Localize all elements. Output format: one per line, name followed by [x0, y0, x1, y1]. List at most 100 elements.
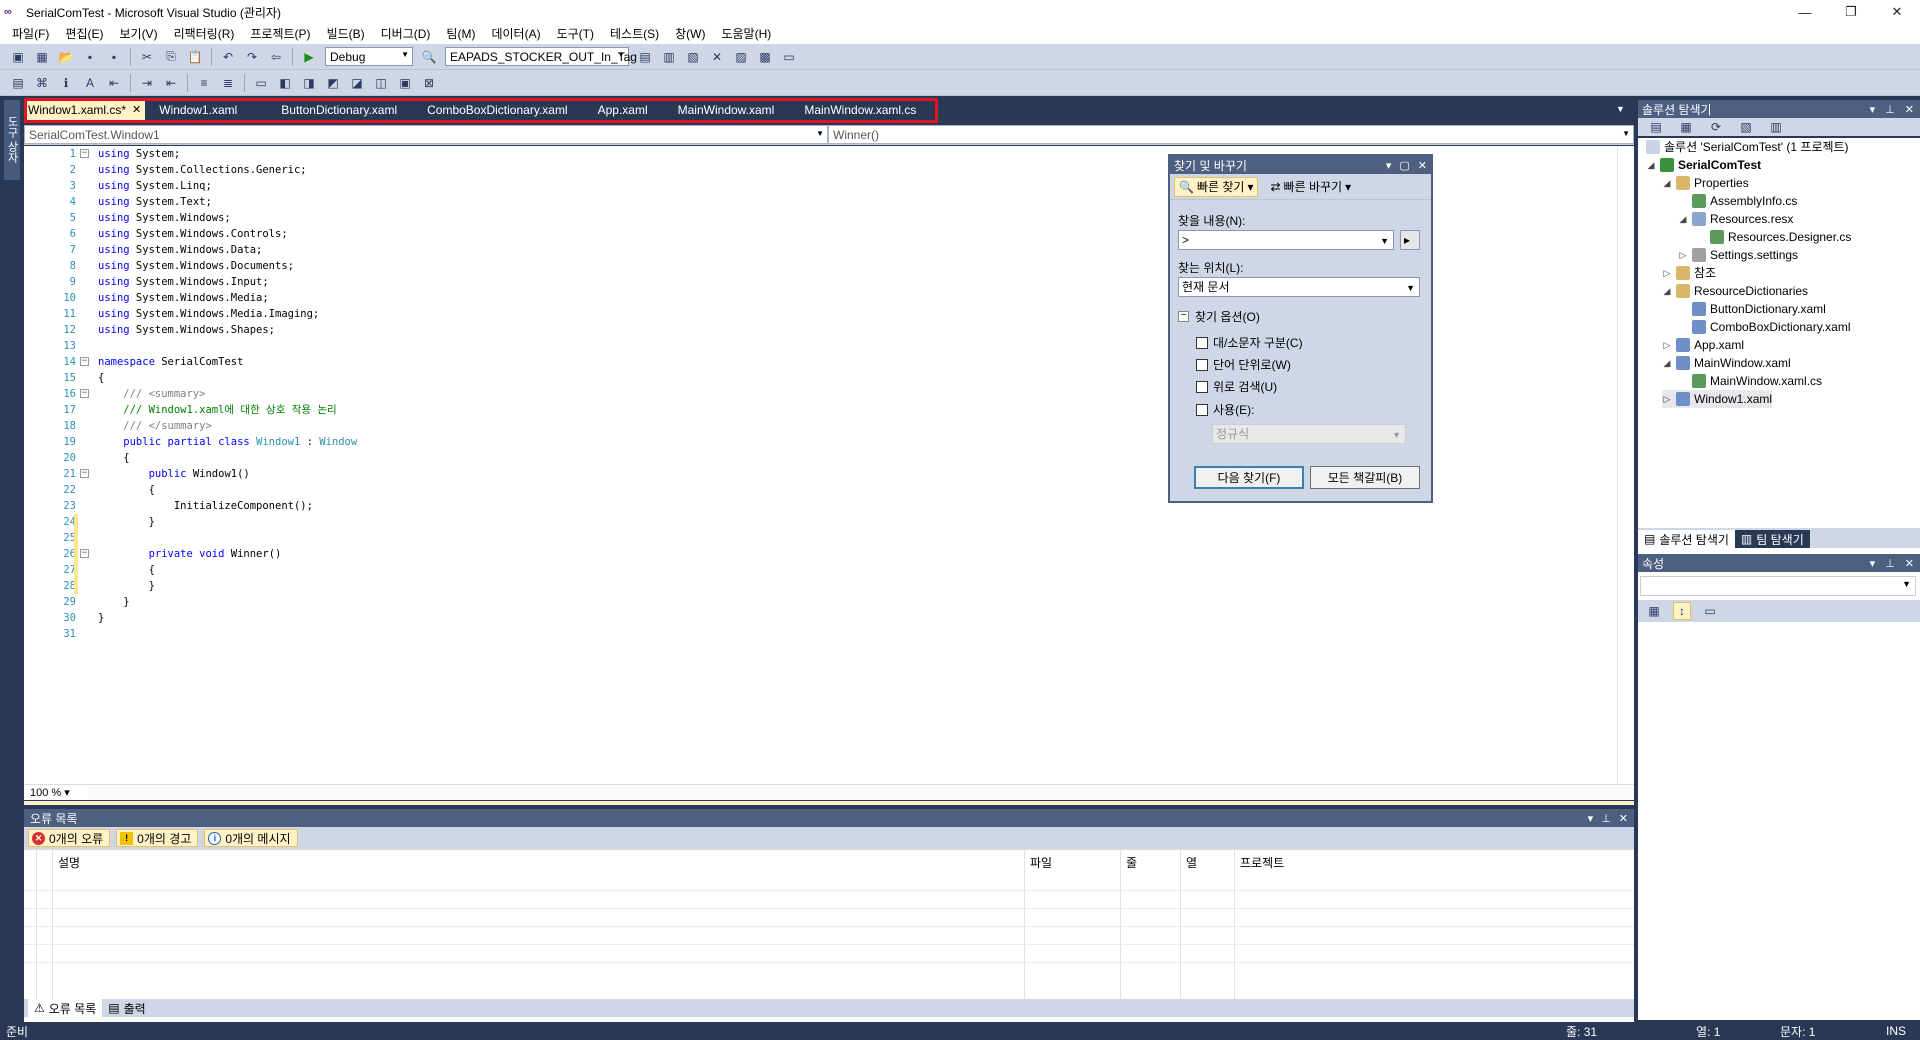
tree-item-comboboxdictionary[interactable]: ComboBoxDictionary.xaml	[1692, 318, 1851, 336]
tree-item-app[interactable]: ▷ App.xaml	[1662, 336, 1744, 354]
find-options-toggle[interactable]: − 찾기 옵션(O)	[1178, 308, 1260, 325]
code-line[interactable]: 26− private void Winner()	[63, 546, 1616, 562]
column-description[interactable]: 설명	[58, 854, 80, 871]
close-icon[interactable]: ✕	[1418, 159, 1427, 172]
next-bookmark-folder-icon[interactable]: ◪	[348, 74, 366, 92]
use-checkbox[interactable]: 사용(E):	[1196, 401, 1254, 418]
code-line[interactable]: 24 }	[63, 514, 1616, 530]
messages-filter-button[interactable]: i 0개의 메시지	[204, 829, 298, 847]
tree-item-references[interactable]: ▷ 참조	[1662, 264, 1716, 282]
clear-bookmarks-icon[interactable]: ⊠	[420, 74, 438, 92]
collapse-icon[interactable]: −	[80, 549, 89, 558]
panel-splitter[interactable]	[24, 801, 1634, 805]
find-combo[interactable]: EAPADS_STOCKER_OUT_In_Tag ▼	[445, 47, 637, 66]
find-what-input[interactable]: > ▼	[1178, 230, 1394, 250]
menu-window[interactable]: 창(W)	[667, 24, 713, 44]
indent-icon[interactable]: ⇥	[138, 74, 156, 92]
pin-icon[interactable]: ⊥	[1885, 557, 1895, 570]
collapse-icon[interactable]: −	[80, 149, 89, 158]
maximize-icon[interactable]: ▢	[1399, 159, 1409, 172]
tree-item-mainwindow-cs[interactable]: MainWindow.xaml.cs	[1692, 372, 1822, 390]
complete-word-icon[interactable]: A	[81, 74, 99, 92]
collapsed-icon[interactable]: ▷	[1678, 246, 1688, 264]
tab-error-list[interactable]: ⚠ 오류 목록	[28, 999, 103, 1017]
tabs-dropdown-icon[interactable]: ▼	[1616, 104, 1625, 114]
cut-icon[interactable]: ✂	[138, 48, 156, 66]
dropdown-icon[interactable]: ▾	[1588, 812, 1594, 825]
view-designer-icon[interactable]: ▥	[1767, 118, 1785, 136]
collapse-icon[interactable]: −	[80, 469, 89, 478]
quick-replace-button[interactable]: ⇄ 빠른 바꾸기 ▾	[1266, 177, 1355, 197]
save-icon[interactable]: ▪	[81, 48, 99, 66]
column-line[interactable]: 줄	[1126, 854, 1137, 871]
menu-build[interactable]: 빌드(B)	[319, 24, 373, 44]
add-item-icon[interactable]: ▦	[33, 48, 51, 66]
expression-builder-button[interactable]: ▸	[1400, 230, 1420, 250]
collapsed-icon[interactable]: ▷	[1662, 390, 1672, 408]
warnings-filter-button[interactable]: ! 0개의 경고	[116, 829, 199, 847]
properties-icon[interactable]: ▥	[660, 48, 678, 66]
start-page-icon[interactable]: ▨	[732, 48, 750, 66]
search-up-checkbox[interactable]: 위로 검색(U)	[1196, 378, 1277, 395]
close-button[interactable]: ✕	[1874, 0, 1920, 24]
collapsed-icon[interactable]: ▷	[1662, 336, 1672, 354]
column-col[interactable]: 열	[1186, 854, 1197, 871]
dropdown-icon[interactable]: ▾	[1870, 103, 1876, 116]
errors-filter-button[interactable]: ✕ 0개의 오류	[28, 829, 111, 847]
tree-item-resources[interactable]: ◢ Resources.resx	[1678, 210, 1793, 228]
code-line[interactable]: 29 }	[63, 594, 1616, 610]
look-in-dropdown[interactable]: 현재 문서 ▼	[1178, 277, 1420, 297]
close-icon[interactable]: ✕	[1619, 812, 1628, 825]
code-line[interactable]: 30}	[63, 610, 1616, 626]
quick-info-icon[interactable]: ℹ	[57, 74, 75, 92]
categorized-icon[interactable]: ▦	[1645, 602, 1663, 620]
menu-team[interactable]: 팀(M)	[438, 24, 483, 44]
member-dropdown[interactable]: Winner() ▼	[828, 125, 1634, 144]
new-project-icon[interactable]: ▣	[9, 48, 27, 66]
pin-icon[interactable]: ⊥	[1601, 812, 1611, 825]
menu-edit[interactable]: 편집(E)	[57, 24, 111, 44]
redo-icon[interactable]: ↷	[243, 48, 261, 66]
alphabetical-icon[interactable]: ↕	[1673, 602, 1691, 620]
expanded-icon[interactable]: ◢	[1662, 354, 1672, 372]
view-code-icon[interactable]: ▧	[1737, 118, 1755, 136]
tab-solution-explorer[interactable]: ▤ 솔루션 탐색기	[1638, 530, 1735, 548]
menu-project[interactable]: 프로젝트(P)	[242, 24, 318, 44]
expanded-icon[interactable]: ◢	[1646, 156, 1656, 174]
expanded-icon[interactable]: ◢	[1662, 174, 1672, 192]
code-line[interactable]: 27 {	[63, 562, 1616, 578]
refresh-icon[interactable]: ⟳	[1707, 118, 1725, 136]
outdent-icon[interactable]: ⇤	[105, 74, 123, 92]
code-line[interactable]: 28 }	[63, 578, 1616, 594]
undo-icon[interactable]: ↶	[219, 48, 237, 66]
collapsed-icon[interactable]: ▷	[1662, 264, 1672, 282]
parameter-info-icon[interactable]: ⌘	[33, 74, 51, 92]
collapse-icon[interactable]: −	[80, 357, 89, 366]
start-debugging-icon[interactable]: ▶	[300, 48, 318, 66]
open-file-icon[interactable]: 📂	[57, 48, 75, 66]
toolbox-tab[interactable]: 도구 상자	[4, 100, 20, 180]
next-bookmark-doc-icon[interactable]: ▣	[396, 74, 414, 92]
display-object-member-icon[interactable]: ▤	[9, 74, 27, 92]
object-browser-icon[interactable]: ▧	[684, 48, 702, 66]
close-icon[interactable]: ✕	[1905, 103, 1914, 116]
restore-button[interactable]: ❐	[1828, 0, 1874, 24]
prev-bookmark-folder-icon[interactable]: ◩	[324, 74, 342, 92]
show-all-files-icon[interactable]: ▦	[1677, 118, 1695, 136]
bookmark-all-button[interactable]: 모든 책갈피(B)	[1310, 466, 1420, 489]
checkbox-box[interactable]	[1196, 380, 1208, 393]
menu-data[interactable]: 데이터(A)	[483, 24, 548, 44]
tree-item-resourcedictionaries[interactable]: ◢ ResourceDictionaries	[1662, 282, 1808, 300]
tree-item-settings[interactable]: ▷ Settings.settings	[1678, 246, 1798, 264]
solution-explorer-icon[interactable]: ▤	[636, 48, 654, 66]
menu-help[interactable]: 도움말(H)	[713, 24, 779, 44]
collapse-icon[interactable]: −	[80, 389, 89, 398]
paste-icon[interactable]: 📋	[186, 48, 204, 66]
command-window-icon[interactable]: ▭	[780, 48, 798, 66]
code-line[interactable]: 25	[63, 530, 1616, 546]
prev-bookmark-icon[interactable]: ◧	[276, 74, 294, 92]
menu-tools[interactable]: 도구(T)	[549, 24, 602, 44]
type-dropdown[interactable]: SerialComTest.Window1 ▼	[24, 125, 828, 144]
zoom-dropdown[interactable]: 100 % ▾	[24, 786, 88, 800]
tree-item-mainwindow[interactable]: ◢ MainWindow.xaml	[1662, 354, 1791, 372]
